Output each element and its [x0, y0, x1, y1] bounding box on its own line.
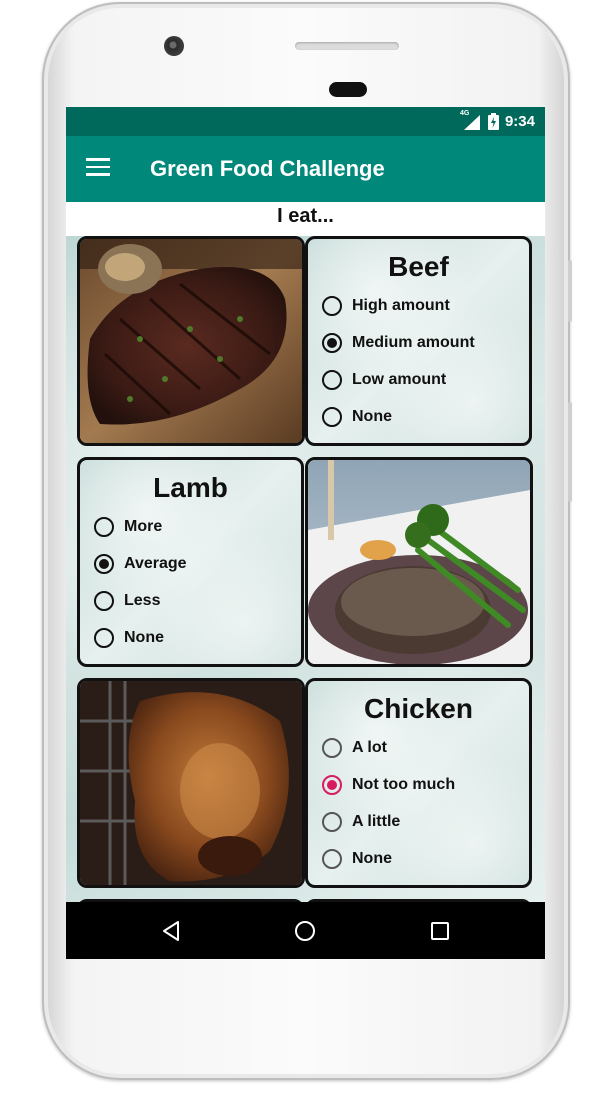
lamb-radio-group: More Average Less None	[94, 508, 301, 656]
beef-title: Beef	[388, 251, 449, 282]
hamburger-menu-icon[interactable]	[86, 158, 110, 180]
beef-option-high[interactable]: High amount	[322, 287, 529, 324]
power-button	[568, 402, 572, 502]
option-label: High amount	[352, 296, 450, 314]
back-triangle-icon[interactable]	[159, 919, 183, 943]
screen: 4G 9:34 Green Food Challenge I eat... Be…	[66, 107, 545, 959]
radio-unchecked-icon[interactable]	[322, 811, 342, 832]
steak-photo	[77, 236, 305, 446]
option-label: None	[124, 628, 164, 646]
radio-unchecked-icon[interactable]	[322, 295, 342, 316]
front-camera	[164, 36, 184, 56]
option-label: Not too much	[352, 775, 456, 793]
chicken-title: Chicken	[364, 693, 473, 724]
lamb-dish-photo	[305, 457, 533, 667]
question-list[interactable]: Beef High amount Medium amount Low amoun…	[66, 236, 545, 902]
lamb-question-card: Lamb More Average Less None	[77, 457, 304, 667]
radio-unchecked-icon[interactable]	[94, 627, 114, 648]
radio-unchecked-icon[interactable]	[94, 590, 114, 611]
lamb-option-more[interactable]: More	[94, 508, 301, 545]
option-label: Low amount	[352, 370, 447, 388]
chicken-option-not-too-much[interactable]: Not too much	[322, 766, 529, 803]
lamb-option-none[interactable]: None	[94, 619, 301, 656]
navigation-bar	[66, 902, 545, 959]
option-label: More	[124, 517, 163, 535]
beef-option-medium[interactable]: Medium amount	[322, 324, 529, 361]
chicken-question-card: Chicken A lot Not too much A little None	[305, 678, 532, 888]
earpiece-speaker	[295, 42, 399, 50]
radio-unchecked-icon[interactable]	[322, 369, 342, 390]
network-type: 4G	[459, 109, 470, 117]
radio-checked-icon[interactable]	[94, 553, 114, 574]
chicken-option-a-lot[interactable]: A lot	[322, 729, 529, 766]
radio-unchecked-icon[interactable]	[322, 737, 342, 758]
beef-radio-group: High amount Medium amount Low amount Non…	[322, 287, 529, 435]
proximity-sensor	[329, 82, 367, 97]
radio-unchecked-icon[interactable]	[94, 516, 114, 537]
section-heading: I eat...	[66, 202, 545, 236]
radio-checked-icon[interactable]	[322, 332, 342, 353]
chicken-radio-group: A lot Not too much A little None	[322, 729, 529, 877]
option-label: None	[352, 849, 392, 867]
app-title: Green Food Challenge	[150, 156, 385, 181]
roast-chicken-photo	[77, 678, 305, 888]
chicken-option-a-little[interactable]: A little	[322, 803, 529, 840]
app-bar: Green Food Challenge	[66, 136, 545, 202]
lamb-title: Lamb	[153, 472, 228, 503]
radio-unchecked-icon[interactable]	[322, 406, 342, 427]
recents-square-icon[interactable]	[428, 919, 452, 943]
beef-option-none[interactable]: None	[322, 398, 529, 435]
clock: 9:34	[504, 113, 535, 130]
chicken-option-none[interactable]: None	[322, 840, 529, 877]
option-label: Average	[124, 554, 187, 572]
option-label: A little	[352, 812, 401, 830]
radio-checked-icon[interactable]	[322, 774, 342, 795]
home-circle-icon[interactable]	[293, 919, 317, 943]
option-label: A lot	[352, 738, 387, 756]
beef-option-low[interactable]: Low amount	[322, 361, 529, 398]
volume-button	[568, 260, 572, 322]
beef-question-card: Beef High amount Medium amount Low amoun…	[305, 236, 532, 446]
option-label: None	[352, 407, 392, 425]
radio-unchecked-icon[interactable]	[322, 848, 342, 869]
battery-icon	[487, 113, 499, 130]
lamb-option-average[interactable]: Average	[94, 545, 301, 582]
signal-icon: 4G	[460, 110, 482, 130]
option-label: Less	[124, 591, 161, 609]
lamb-option-less[interactable]: Less	[94, 582, 301, 619]
option-label: Medium amount	[352, 333, 475, 351]
status-bar: 4G 9:34	[66, 107, 545, 136]
